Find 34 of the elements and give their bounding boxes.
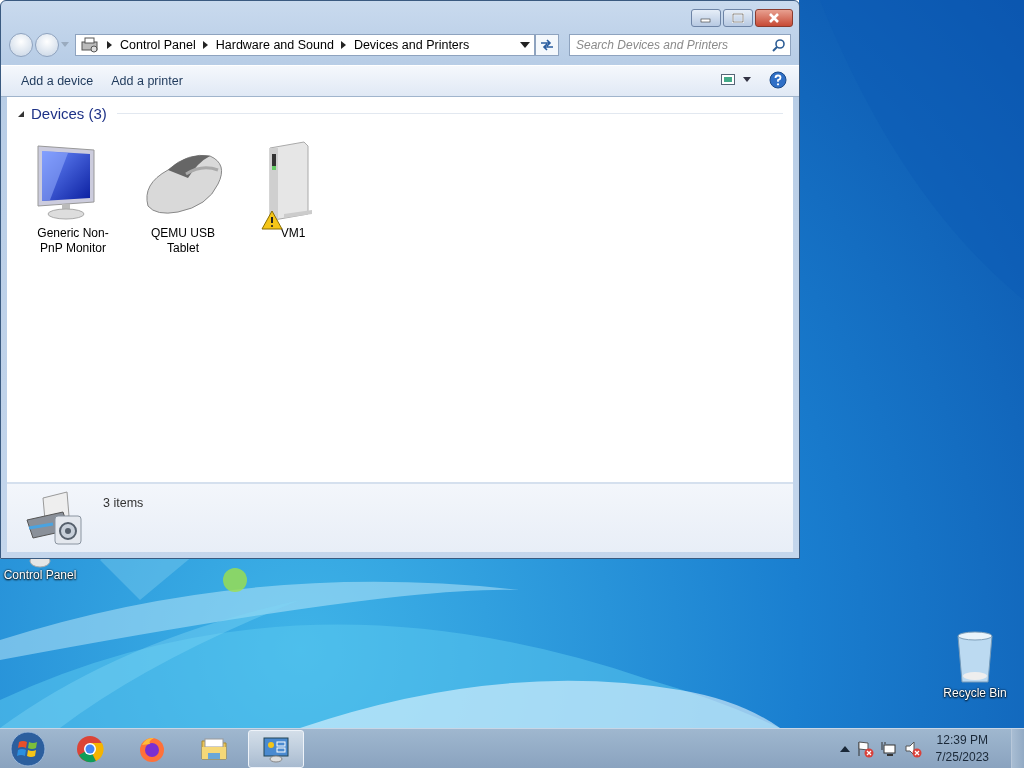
- breadcrumb-item[interactable]: Hardware and Sound: [215, 38, 334, 52]
- clock-time[interactable]: 12:39 PM: [936, 731, 988, 749]
- toolbar-button[interactable]: Add a printer: [107, 70, 187, 92]
- collapse-icon[interactable]: [17, 109, 25, 118]
- taskbar-app[interactable]: [248, 729, 304, 768]
- breadcrumb-item[interactable]: Control Panel: [120, 38, 196, 52]
- close-icon[interactable]: [768, 13, 780, 23]
- chrome-icon[interactable]: [76, 734, 104, 763]
- flag-icon[interactable]: [855, 739, 874, 758]
- address-bar[interactable]: Control Panel Hardware and Sound Devices and Printers: [75, 34, 535, 56]
- chevron-icon[interactable]: [201, 41, 210, 49]
- printer-icon: [80, 37, 100, 53]
- maximize-icon[interactable]: [732, 13, 744, 23]
- search-field[interactable]: Search Devices and Printers: [569, 34, 791, 56]
- dropdown-icon[interactable]: [520, 42, 530, 48]
- minimize-button[interactable]: [691, 9, 721, 27]
- toolbar-button[interactable]: Add a device: [17, 70, 98, 92]
- network-icon[interactable]: [879, 739, 898, 758]
- group-title[interactable]: Devices (3): [31, 105, 107, 122]
- speaker-icon[interactable]: [903, 739, 922, 758]
- chevron-icon[interactable]: [106, 41, 114, 49]
- devices-icon[interactable]: [262, 734, 290, 763]
- maximize-button[interactable]: [723, 9, 753, 27]
- device-label[interactable]: Generic Non-PnP Monitor: [28, 226, 118, 256]
- clock-date[interactable]: 7/25/2023: [935, 748, 989, 766]
- view-icon[interactable]: [721, 73, 751, 86]
- close-button[interactable]: [755, 9, 793, 27]
- device-label[interactable]: QEMU USB Tablet: [138, 226, 228, 256]
- item-count: 3 items: [103, 495, 144, 512]
- breadcrumb-item[interactable]: Devices and Printers: [353, 38, 470, 52]
- search-icon[interactable]: [772, 38, 786, 52]
- show-hidden-icons-icon[interactable]: [839, 745, 850, 752]
- device-label[interactable]: VM1: [248, 226, 338, 241]
- chevron-icon[interactable]: [339, 41, 348, 49]
